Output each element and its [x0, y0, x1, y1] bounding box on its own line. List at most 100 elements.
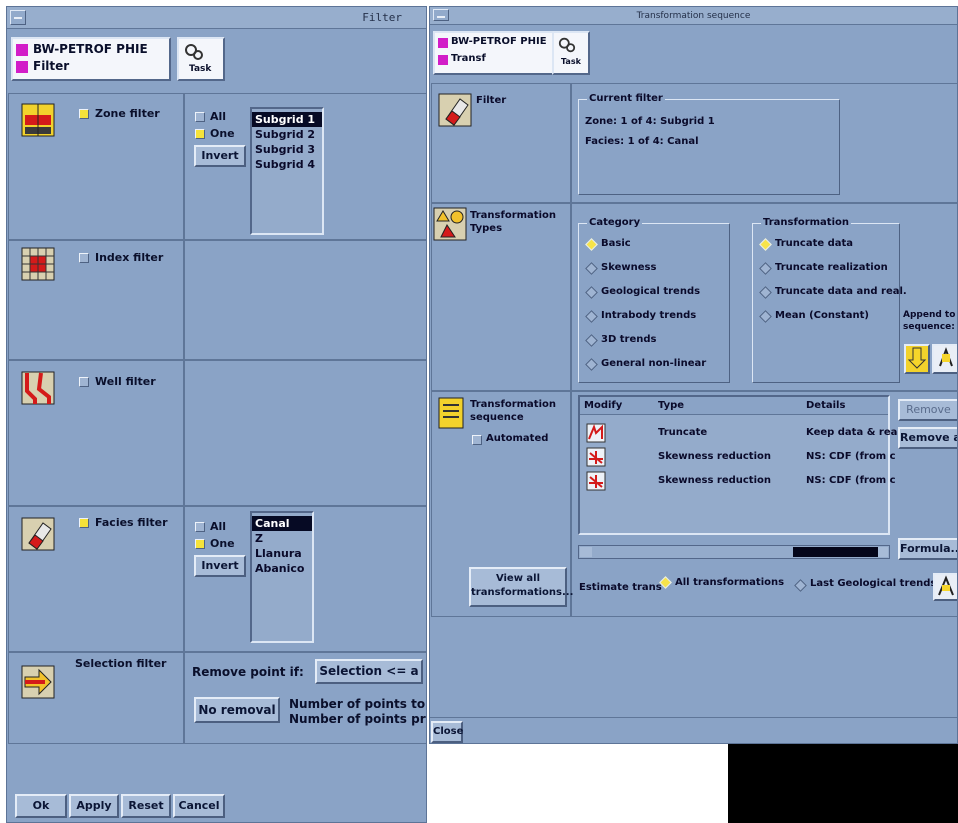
close-button[interactable]: Close — [431, 721, 463, 743]
points-to-label: Number of points to — [289, 697, 426, 711]
view-all-label-2: transformations... — [471, 587, 574, 598]
reset-button[interactable]: Reset — [121, 794, 171, 818]
facies-one-label: One — [210, 537, 235, 550]
table-row[interactable]: Truncate Keep data & rea — [580, 423, 897, 445]
zone-list-item[interactable]: Subgrid 4 — [252, 157, 322, 172]
project-color-swatch — [16, 44, 28, 56]
zone-invert-button[interactable]: Invert — [194, 145, 246, 167]
estimate-run-button[interactable] — [933, 573, 957, 601]
scroll-track-thumb[interactable] — [793, 547, 879, 557]
transformation-option[interactable]: Truncate data — [775, 238, 853, 249]
window-menu-icon[interactable] — [10, 10, 26, 25]
facies-list-item[interactable]: Z — [252, 531, 312, 546]
view-all-label-1: View all — [495, 573, 541, 584]
append-label-2: sequence: — [903, 322, 955, 332]
facies-one-checkbox[interactable] — [195, 539, 205, 549]
zone-all-checkbox[interactable] — [195, 112, 205, 122]
well-filter-checkbox[interactable] — [79, 377, 89, 387]
category-option[interactable]: General non-linear — [601, 358, 706, 369]
scroll-right-button[interactable] — [878, 547, 888, 557]
zone-all-label: All — [210, 110, 227, 123]
remove-all-button[interactable]: Remove all — [898, 427, 957, 449]
window-menu-icon[interactable] — [433, 9, 449, 21]
horizontal-scrollbar[interactable] — [578, 545, 890, 559]
append-down-button[interactable] — [904, 344, 930, 374]
category-option[interactable]: 3D trends — [601, 334, 656, 345]
project-item: Filter — [33, 59, 70, 73]
truncate-icon[interactable] — [586, 423, 606, 443]
transformation-option[interactable]: Mean (Constant) — [775, 310, 869, 321]
last-geological-label[interactable]: Last Geological trends — [810, 578, 936, 589]
types-label-2: Types — [470, 223, 503, 234]
category-radio[interactable] — [585, 358, 598, 371]
append-sequence-button[interactable] — [932, 344, 957, 374]
transformation-window-title: Transformation sequence — [636, 11, 751, 21]
table-row[interactable]: Skewness reduction NS: CDF (from c — [580, 471, 896, 493]
category-radio[interactable] — [585, 286, 598, 299]
apply-button[interactable]: Apply — [69, 794, 119, 818]
automated-label: Automated — [486, 433, 549, 444]
category-radio[interactable] — [585, 310, 598, 323]
eraser-icon — [438, 93, 472, 127]
category-option[interactable]: Intrabody trends — [601, 310, 696, 321]
skewness-icon[interactable] — [586, 447, 606, 467]
facies-list-item[interactable]: Llanura — [252, 546, 312, 561]
facies-summary: Facies: 1 of 4: Canal — [585, 136, 699, 147]
eraser-icon — [21, 517, 55, 551]
formula-button[interactable]: Formula... — [898, 538, 957, 560]
selection-rule-button[interactable]: Selection <= a — [315, 659, 423, 684]
transformation-titlebar: Transformation sequence — [430, 7, 957, 25]
project-color-swatch — [438, 38, 448, 48]
category-radio[interactable] — [585, 262, 598, 275]
zone-list[interactable]: Subgrid 1 Subgrid 2 Subgrid 3 Subgrid 4 — [250, 107, 324, 235]
cancel-button[interactable]: Cancel — [173, 794, 225, 818]
zone-filter-checkbox[interactable] — [79, 109, 89, 119]
zone-list-item[interactable]: Subgrid 1 — [252, 112, 322, 127]
footer-divider — [430, 717, 957, 718]
project-tag[interactable]: BW-PETROF PHIE Filter — [11, 37, 171, 81]
facies-all-checkbox[interactable] — [195, 522, 205, 532]
facies-list-item[interactable]: Abanico — [252, 561, 312, 576]
gears-icon — [185, 44, 203, 60]
transformation-footer — [431, 617, 957, 743]
project-item: Transf — [451, 53, 486, 64]
facies-invert-button[interactable]: Invert — [194, 555, 246, 577]
category-option[interactable]: Geological trends — [601, 286, 700, 297]
task-button[interactable]: Task — [177, 37, 225, 81]
transformation-radio[interactable] — [759, 262, 772, 275]
transformation-radio[interactable] — [759, 310, 772, 323]
facies-list-item[interactable]: Canal — [252, 516, 312, 531]
automated-checkbox[interactable] — [472, 435, 482, 445]
project-tag[interactable]: BW-PETROF PHIE Transf — [433, 31, 555, 75]
task-label: Task — [561, 57, 581, 66]
index-filter-checkbox[interactable] — [79, 253, 89, 263]
all-transformations-label[interactable]: All transformations — [675, 577, 784, 588]
zone-list-item[interactable]: Subgrid 3 — [252, 142, 322, 157]
zone-list-item[interactable]: Subgrid 2 — [252, 127, 322, 142]
category-option[interactable]: Skewness — [601, 262, 656, 273]
points-pr-label: Number of points pr — [289, 712, 426, 726]
category-option[interactable]: Basic — [601, 238, 631, 249]
ok-button[interactable]: Ok — [15, 794, 67, 818]
table-row[interactable]: Skewness reduction NS: CDF (from c — [580, 447, 896, 469]
zone-one-checkbox[interactable] — [195, 129, 205, 139]
view-all-transformations-button[interactable]: View all transformations... — [469, 567, 574, 607]
skewness-icon[interactable] — [586, 471, 606, 491]
transformation-option[interactable]: Truncate realization — [775, 262, 888, 273]
facies-filter-checkbox[interactable] — [79, 518, 89, 528]
well-filter-icon — [21, 371, 55, 405]
transformation-radio[interactable] — [759, 286, 772, 299]
facies-list[interactable]: Canal Z Llanura Abanico — [250, 511, 314, 643]
transformation-option[interactable]: Truncate data and real. — [775, 286, 907, 297]
scroll-left-button[interactable] — [580, 547, 592, 557]
no-removal-button[interactable]: No removal — [194, 697, 280, 723]
task-button[interactable]: Task — [552, 31, 590, 75]
modify-header: Modify — [584, 400, 623, 411]
current-filter-group: Current filter Zone: 1 of 4: Subgrid 1 F… — [578, 93, 840, 195]
category-radio[interactable] — [585, 334, 598, 347]
row-details: NS: CDF (from c — [806, 475, 896, 486]
remove-button[interactable]: Remove — [898, 399, 957, 421]
arrow-right-icon — [21, 665, 55, 699]
category-radio[interactable] — [585, 238, 598, 251]
transformation-radio[interactable] — [759, 238, 772, 251]
